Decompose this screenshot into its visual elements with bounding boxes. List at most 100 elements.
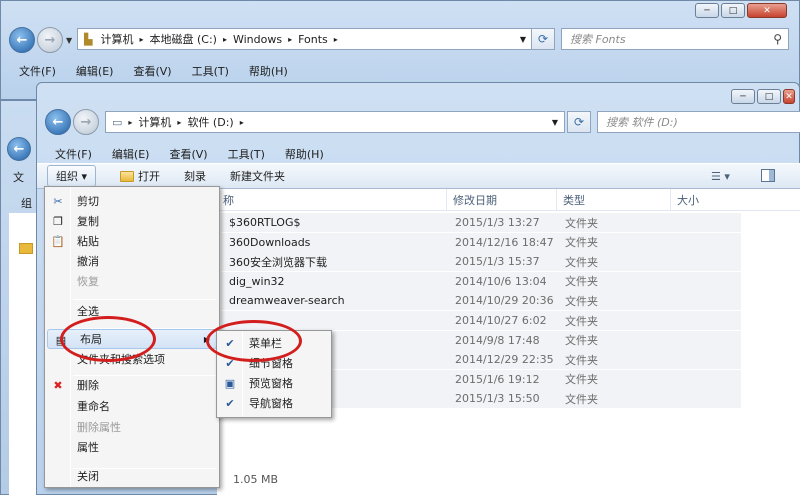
column-headers: 称 修改日期 类型 大小 bbox=[217, 189, 800, 211]
file-type: 文件夹 bbox=[565, 334, 598, 348]
back-button[interactable]: ← bbox=[45, 109, 71, 135]
layout-menu-label: 预览窗格 bbox=[249, 377, 293, 390]
column-name[interactable]: 称 bbox=[217, 189, 447, 210]
burn-label: 刻录 bbox=[184, 170, 207, 183]
view-options-icon[interactable]: ☰ ▾ bbox=[711, 170, 730, 183]
explorer-address-bar[interactable]: ▭ ▸ 计算机 ▸ 软件 (D:) ▸ ▼ bbox=[105, 111, 565, 133]
new-folder-label: 新建文件夹 bbox=[230, 170, 286, 183]
fonts-address-bar[interactable]: ▙ 计算机 ▸ 本地磁盘 (C:) ▸ Windows ▸ Fonts ▸ ▼ bbox=[77, 28, 533, 50]
crumb-c-drive[interactable]: 本地磁盘 (C:) bbox=[149, 31, 216, 47]
fonts-window-title-buttons: ─ □ ✕ bbox=[695, 3, 787, 18]
menu-item-label: 复制 bbox=[77, 215, 99, 228]
refresh-button[interactable]: ⟳ bbox=[567, 111, 591, 133]
menu-item[interactable]: 属性 bbox=[45, 437, 219, 457]
menu-edit[interactable]: 编辑(E) bbox=[74, 61, 116, 81]
organize-button[interactable]: 组织 ▾ bbox=[47, 165, 97, 187]
menu-item: 删除属性 bbox=[45, 417, 219, 437]
file-type: 文件夹 bbox=[565, 294, 598, 308]
file-type: 文件夹 bbox=[565, 255, 598, 269]
refresh-button[interactable]: ⟳ bbox=[531, 28, 555, 50]
menu-item: 恢复 bbox=[45, 271, 219, 291]
column-size[interactable]: 大小 bbox=[671, 189, 771, 210]
menu-file-fragment[interactable]: 文 bbox=[13, 169, 24, 185]
history-dropdown-icon[interactable]: ▼ bbox=[66, 36, 72, 45]
file-row[interactable]: $360RTLOG$ 2015/1/3 13:27 文件夹 bbox=[221, 213, 741, 232]
file-type: 文件夹 bbox=[565, 275, 598, 289]
crumb-computer[interactable]: 计算机 bbox=[100, 31, 133, 47]
preview-pane-icon[interactable] bbox=[761, 169, 775, 182]
menu-item[interactable]: 全选 bbox=[45, 301, 219, 321]
column-type[interactable]: 类型 bbox=[557, 189, 671, 210]
fonts-search-input[interactable]: 搜索 Fonts ⚲ bbox=[561, 28, 789, 50]
menu-help[interactable]: 帮助(H) bbox=[283, 144, 326, 164]
layout-menu-item[interactable]: ▣ 预览窗格 bbox=[217, 373, 331, 393]
minimize-button[interactable]: ─ bbox=[695, 3, 719, 18]
menu-item[interactable]: 关闭 bbox=[45, 466, 219, 486]
open-button[interactable]: 打开 bbox=[120, 168, 160, 184]
menu-item-label: 删除 bbox=[77, 379, 99, 392]
new-folder-button[interactable]: 新建文件夹 bbox=[230, 168, 285, 184]
burn-button[interactable]: 刻录 bbox=[184, 168, 206, 184]
toolbar-organize-fragment[interactable]: 组 bbox=[21, 195, 32, 211]
file-row[interactable]: dig_win32 2014/10/6 13:04 文件夹 bbox=[221, 271, 741, 291]
back-button[interactable]: ← bbox=[7, 137, 31, 161]
organize-label: 组织 ▾ bbox=[56, 170, 88, 183]
menu-item[interactable]: 📋 粘贴 bbox=[45, 231, 219, 251]
menu-help[interactable]: 帮助(H) bbox=[247, 61, 290, 81]
menu-view[interactable]: 查看(V) bbox=[167, 144, 209, 164]
menu-edit[interactable]: 编辑(E) bbox=[110, 144, 152, 164]
forward-button[interactable]: → bbox=[73, 109, 99, 135]
search-placeholder: 搜索 软件 (D:) bbox=[606, 116, 678, 129]
menu-item[interactable]: 重命名 bbox=[45, 396, 219, 416]
preview-pane-icon: ▣ bbox=[224, 376, 236, 390]
menu-tools[interactable]: 工具(T) bbox=[190, 61, 231, 81]
file-name: 360Downloads bbox=[229, 235, 311, 249]
menu-view[interactable]: 查看(V) bbox=[131, 61, 173, 81]
crumb-computer[interactable]: 计算机 bbox=[138, 114, 171, 130]
address-dropdown-icon[interactable]: ▼ bbox=[520, 35, 526, 44]
column-date[interactable]: 修改日期 bbox=[447, 189, 557, 210]
file-row[interactable]: 360Downloads 2014/12/16 18:47 文件夹 bbox=[221, 232, 741, 252]
file-row[interactable]: dreamweaver-search 2014/10/29 20:36 文件夹 bbox=[221, 291, 741, 311]
delete-icon: ✖ bbox=[53, 378, 63, 392]
menu-item-label: 恢复 bbox=[77, 275, 99, 288]
drive-icon: ▭ bbox=[112, 115, 123, 129]
close-button[interactable]: ✕ bbox=[747, 3, 787, 18]
menu-file[interactable]: 文件(F) bbox=[17, 61, 58, 81]
crumb-windows[interactable]: Windows bbox=[233, 33, 282, 46]
fonts-menubar: 文件(F) 编辑(E) 查看(V) 工具(T) 帮助(H) bbox=[17, 61, 290, 81]
file-type: 文件夹 bbox=[565, 314, 598, 328]
back-button[interactable]: ← bbox=[9, 27, 35, 53]
file-type: 文件夹 bbox=[565, 392, 598, 406]
forward-button[interactable]: → bbox=[37, 27, 63, 53]
open-label: 打开 bbox=[138, 170, 161, 183]
file-date: 2014/9/8 17:48 bbox=[455, 333, 540, 347]
menu-item-label: 粘贴 bbox=[77, 235, 99, 248]
file-row[interactable]: 360安全浏览器下载 2015/1/3 15:37 文件夹 bbox=[221, 252, 741, 272]
menu-item[interactable]: 撤消 bbox=[45, 251, 219, 271]
maximize-button[interactable]: □ bbox=[721, 3, 745, 18]
menu-item[interactable]: ❐ 复制 bbox=[45, 211, 219, 231]
explorer-title-buttons: ─ □ ✕ bbox=[731, 89, 795, 104]
file-row[interactable]: 2014/10/27 6:02 文件夹 bbox=[221, 311, 741, 330]
checkmark-icon: ✔ bbox=[225, 396, 235, 410]
address-dropdown-icon[interactable]: ▼ bbox=[552, 118, 558, 127]
file-date: 2015/1/6 19:12 bbox=[455, 372, 540, 386]
menu-file[interactable]: 文件(F) bbox=[53, 144, 94, 164]
crumb-fonts[interactable]: Fonts bbox=[298, 33, 328, 46]
minimize-button[interactable]: ─ bbox=[731, 89, 755, 104]
file-date: 2015/1/3 15:50 bbox=[455, 392, 540, 406]
menu-item-label: 撤消 bbox=[77, 255, 99, 268]
menu-item-label: 删除属性 bbox=[77, 421, 121, 434]
close-button[interactable]: ✕ bbox=[783, 89, 795, 104]
menu-item[interactable]: ✂ 剪切 bbox=[45, 191, 219, 211]
layout-menu-item[interactable]: ✔ 导航窗格 bbox=[217, 393, 331, 413]
maximize-button[interactable]: □ bbox=[757, 89, 781, 104]
menu-tools[interactable]: 工具(T) bbox=[226, 144, 267, 164]
file-name: dreamweaver-search bbox=[229, 294, 345, 308]
paste-icon: 📋 bbox=[51, 234, 65, 248]
explorer-search-input[interactable]: 搜索 软件 (D:) bbox=[597, 111, 800, 133]
menu-item-label: 属性 bbox=[77, 441, 99, 454]
crumb-d-drive[interactable]: 软件 (D:) bbox=[187, 114, 233, 130]
menu-item[interactable]: ✖ 删除 bbox=[45, 375, 219, 395]
